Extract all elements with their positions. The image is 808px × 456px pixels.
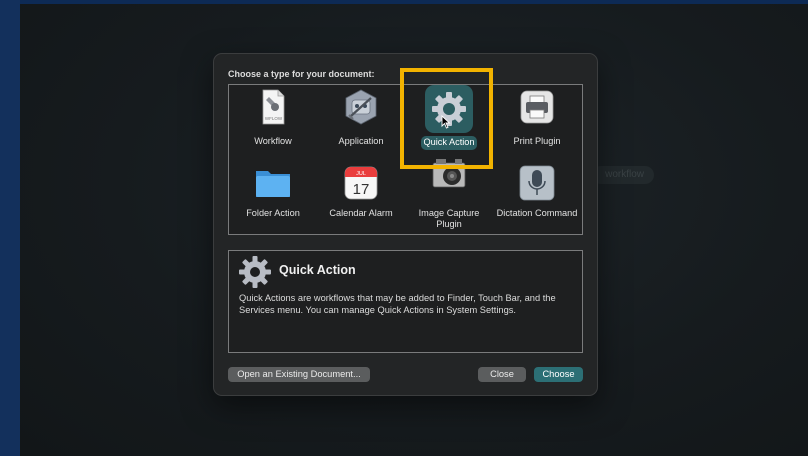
description-panel: Quick Action Quick Actions are workflows… [228,250,583,353]
automator-robot-icon [345,89,377,125]
type-label: Folder Action [246,208,300,218]
dialog-prompt: Choose a type for your document: [228,69,375,79]
calendar-icon: JUL 17 [344,166,378,200]
type-label: Print Plugin [513,136,561,146]
folder-icon [256,171,290,197]
open-existing-document-button[interactable]: Open an Existing Document... [228,367,370,382]
type-label: Dictation Command [496,208,578,218]
type-label: Image Capture Plugin [418,208,480,229]
choose-button[interactable]: Choose [534,367,583,382]
type-label: Workflow [254,136,292,146]
mouse-cursor-icon [441,115,451,129]
svg-text:17: 17 [353,181,370,198]
svg-text:JUL: JUL [356,171,366,177]
type-label: Application [338,136,384,146]
svg-text:WFLOW: WFLOW [265,116,283,121]
close-button[interactable]: Close [478,367,526,382]
description-title: Quick Action [279,263,356,277]
printer-icon [520,90,554,124]
type-label: Calendar Alarm [329,208,393,218]
background-left-strip [0,0,20,456]
description-text: Quick Actions are workflows that may be … [239,293,556,315]
workflow-document-icon: WFLOW [262,89,285,125]
microphone-icon [519,165,555,201]
background-faint-pill: workflow [592,166,654,184]
gear-icon [239,256,271,288]
